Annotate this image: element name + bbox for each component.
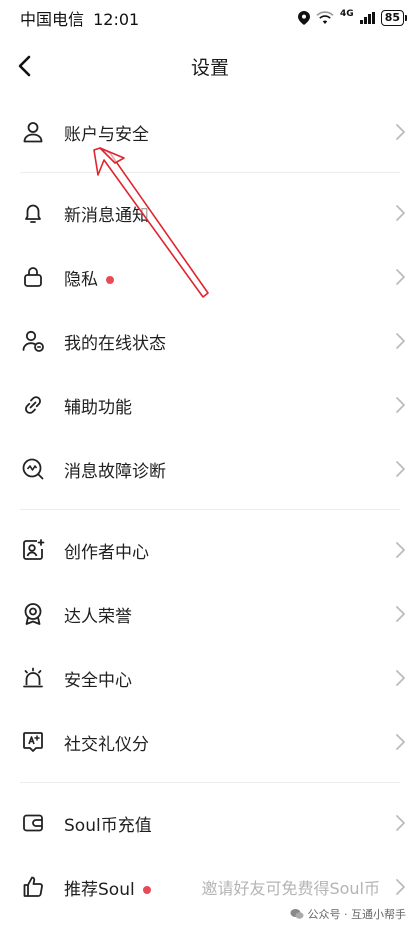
status-left: 中国电信 12:01 <box>20 6 139 30</box>
divider <box>20 782 400 783</box>
network-type: 4G <box>340 9 354 19</box>
settings-item-label: 账户与安全 <box>64 124 149 145</box>
lock-icon <box>24 267 42 287</box>
settings-item-notifications[interactable]: 新消息通知 <box>0 181 420 245</box>
invite-hint-text: 邀请好友可免费得Soul币 <box>201 879 380 898</box>
new-dot-badge <box>106 275 114 284</box>
creator-icon <box>23 539 45 560</box>
signal-icon <box>359 12 375 24</box>
wallet-icon <box>23 814 43 832</box>
status-bar: 中国电信 12:01 4G 85 <box>0 0 420 36</box>
chevron-right-icon <box>396 461 405 477</box>
chevron-right-icon <box>396 606 405 622</box>
bell-icon <box>25 204 41 223</box>
settings-item-security-center[interactable]: 安全中心 <box>0 646 420 710</box>
chevron-right-icon <box>396 397 405 413</box>
chevron-right-icon <box>396 879 405 895</box>
chevron-right-icon <box>396 815 405 831</box>
settings-item-label: 辅助功能 <box>64 397 132 418</box>
page-title: 设置 <box>190 56 229 79</box>
settings-item-expert-honor[interactable]: 达人荣誉 <box>0 582 420 646</box>
settings-list: 账户与安全 新消息通知 隐私 我的在线状态 辅助功能 消息故障诊断 创作者中心 … <box>0 100 420 919</box>
watermark-text: 公众号 · 互通小帮手 <box>307 908 407 921</box>
clock: 12:01 <box>93 10 140 29</box>
settings-item-label: 创作者中心 <box>64 542 149 563</box>
settings-item-label: 隐私 <box>64 269 98 290</box>
settings-item-online-status[interactable]: 我的在线状态 <box>0 309 420 373</box>
settings-item-label-wrap: 隐私 <box>64 265 114 290</box>
status-right: 4G 85 <box>298 9 408 26</box>
settings-item-label: 达人荣誉 <box>64 606 132 627</box>
chevron-right-icon <box>396 333 405 349</box>
back-button[interactable] <box>8 50 40 82</box>
settings-item-accessibility[interactable]: 辅助功能 <box>0 373 420 437</box>
chevron-right-icon <box>396 269 405 285</box>
chevron-left-icon <box>18 55 31 77</box>
location-icon <box>298 11 311 25</box>
settings-item-label: 我的在线状态 <box>64 333 166 354</box>
settings-item-label: 社交礼仪分 <box>64 734 149 755</box>
settings-item-label: 安全中心 <box>64 670 132 691</box>
wechat-icon <box>290 909 303 919</box>
battery-indicator: 85 <box>380 10 408 26</box>
settings-item-label: 推荐Soul <box>64 879 135 900</box>
chevron-right-icon <box>396 542 405 558</box>
medal-icon <box>24 603 42 625</box>
chevron-right-icon <box>396 124 405 140</box>
chevron-right-icon <box>396 205 405 221</box>
user-status-icon <box>22 330 44 352</box>
watermark: 公众号 · 互通小帮手 <box>290 906 407 922</box>
divider <box>20 172 400 173</box>
settings-item-label: Soul币充值 <box>64 815 152 836</box>
settings-item-soul-recharge[interactable]: Soul币充值 <box>0 791 420 855</box>
settings-item-label: 新消息通知 <box>64 205 149 226</box>
settings-item-social-etiquette[interactable]: 社交礼仪分 <box>0 710 420 774</box>
settings-item-message-diagnosis[interactable]: 消息故障诊断 <box>0 437 420 501</box>
new-dot-badge <box>142 885 151 894</box>
thumbs-up-icon <box>23 876 43 897</box>
chevron-right-icon <box>396 734 405 750</box>
carrier-label: 中国电信 <box>20 10 85 29</box>
settings-item-account-security[interactable]: 账户与安全 <box>0 100 420 164</box>
wifi-icon <box>316 11 334 24</box>
settings-item-label: 消息故障诊断 <box>64 461 166 482</box>
nav-bar: 设置 <box>0 36 420 96</box>
link-icon <box>25 396 41 414</box>
divider <box>20 509 400 510</box>
settings-item-label-wrap: 推荐Soul <box>64 875 151 900</box>
chevron-right-icon <box>396 670 405 686</box>
diagnosis-icon <box>22 458 44 480</box>
alarm-icon <box>23 667 43 688</box>
etiquette-icon <box>23 732 43 752</box>
settings-item-creator-center[interactable]: 创作者中心 <box>0 518 420 582</box>
user-icon <box>23 122 43 143</box>
settings-item-privacy[interactable]: 隐私 <box>0 245 420 309</box>
